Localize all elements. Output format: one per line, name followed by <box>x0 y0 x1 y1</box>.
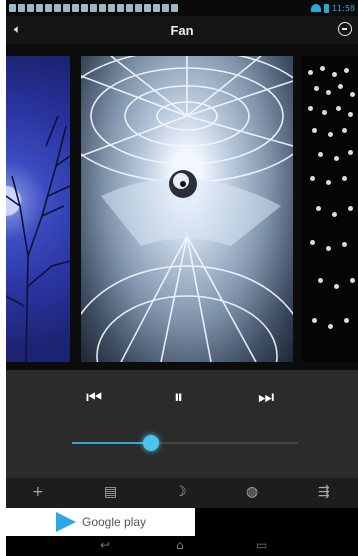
status-bar: 11:58 <box>6 0 358 16</box>
square-icon <box>144 4 151 12</box>
warning-icon <box>18 4 25 12</box>
light-dot <box>326 90 331 95</box>
calendar-icon <box>36 4 43 12</box>
bottom-toolbar: + ▤ ☽ ◍ ⇶ <box>6 478 358 508</box>
lights-card[interactable] <box>302 56 358 362</box>
notification-icons <box>9 4 178 12</box>
add-icon[interactable]: + <box>32 484 44 500</box>
light-dot <box>310 176 315 181</box>
square-icon <box>126 4 133 12</box>
light-dot <box>344 318 349 323</box>
list-icon[interactable]: ▤ <box>104 484 117 500</box>
sound-icon <box>99 4 106 12</box>
light-dot <box>316 206 321 211</box>
ad-banner[interactable]: Google play <box>6 508 195 536</box>
download-icon <box>9 4 16 12</box>
bare-tree-illustration <box>6 115 70 362</box>
light-dot <box>328 132 333 137</box>
image-icon <box>27 4 34 12</box>
light-dot <box>322 110 327 115</box>
light-dot <box>334 284 339 289</box>
phone-screen: 11:58 🔈︎ Fan ⏮ ⏸ ⏭ + ▤ ☽ ◍ ⇶ Google play… <box>6 0 358 556</box>
light-dot <box>308 70 313 75</box>
light-dot <box>314 86 319 91</box>
light-dot <box>310 240 315 245</box>
light-dot <box>348 206 353 211</box>
home-icon[interactable]: ⌂ <box>176 538 184 552</box>
timer-icon[interactable] <box>338 22 352 36</box>
volume-slider[interactable] <box>72 435 298 451</box>
square-icon <box>162 4 169 12</box>
square-icon <box>171 4 178 12</box>
light-dot <box>350 92 355 97</box>
dollar-icon <box>63 4 70 12</box>
square-icon <box>81 4 88 12</box>
player-controls: ⏮ ⏸ ⏭ <box>6 370 358 478</box>
light-dot <box>312 128 317 133</box>
light-dot <box>326 246 331 251</box>
light-dot <box>348 112 353 117</box>
download-icon <box>45 4 52 12</box>
previous-button[interactable]: ⏮ <box>86 388 102 408</box>
play-store-icon <box>56 512 76 532</box>
back-icon[interactable]: ↩ <box>100 538 110 552</box>
navigation-bar: ↩ ⌂ ▭ <box>6 536 358 556</box>
light-dot <box>332 72 337 77</box>
battery-icon <box>323 3 329 13</box>
light-dot <box>336 106 341 111</box>
light-dot <box>326 180 331 185</box>
light-dot <box>350 278 355 283</box>
light-dot <box>338 84 343 89</box>
recent-apps-icon[interactable]: ▭ <box>256 538 267 552</box>
light-dot <box>320 66 325 71</box>
slider-fill <box>72 442 152 444</box>
light-dot <box>342 128 347 133</box>
square-icon <box>117 4 124 12</box>
pause-button[interactable]: ⏸ <box>174 388 183 408</box>
ad-text: Google play <box>82 515 147 529</box>
light-dot <box>342 176 347 181</box>
settings-icon[interactable]: ⇶ <box>318 484 330 500</box>
light-dot <box>318 278 323 283</box>
page-title: Fan <box>170 22 194 38</box>
globe-icon[interactable]: ◍ <box>246 484 258 500</box>
mail-icon <box>72 4 79 12</box>
status-time: 11:58 <box>331 3 355 13</box>
light-dot <box>308 106 313 111</box>
square-icon <box>153 4 160 12</box>
volume-icon[interactable]: 🔈︎ <box>14 22 21 37</box>
light-dot <box>342 242 347 247</box>
slider-thumb[interactable] <box>143 435 160 451</box>
note-icon <box>90 4 97 12</box>
wifi-icon <box>310 4 321 12</box>
light-dot <box>312 318 317 323</box>
moon-icon[interactable]: ☽ <box>174 484 187 500</box>
fan-card[interactable] <box>81 56 293 362</box>
download-icon <box>108 4 115 12</box>
light-dot <box>318 152 323 157</box>
image-icon <box>54 4 61 12</box>
square-icon <box>135 4 142 12</box>
next-button[interactable]: ⏭ <box>258 388 274 408</box>
fan-grille-illustration <box>81 56 293 362</box>
status-right: 11:58 <box>310 3 355 13</box>
light-dot <box>348 150 353 155</box>
light-dot <box>328 324 333 329</box>
light-dot <box>334 156 339 161</box>
light-dot <box>344 68 349 73</box>
action-bar: 🔈︎ Fan <box>6 16 358 44</box>
sound-carousel[interactable] <box>6 44 358 370</box>
light-dot <box>332 212 337 217</box>
night-scene-card[interactable] <box>6 56 70 362</box>
